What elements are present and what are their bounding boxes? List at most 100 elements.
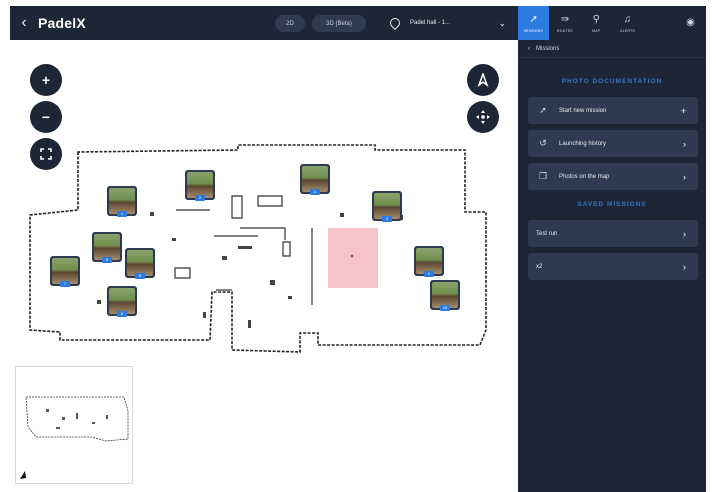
marker-badge: 9 xyxy=(424,271,434,277)
photo-thumbnail: 3 xyxy=(302,166,328,195)
map-inner-wall xyxy=(231,195,243,219)
chevron-left-icon: ‹ xyxy=(21,14,27,31)
rocket-icon: ➚ xyxy=(539,105,547,115)
saved-mission-item[interactable]: Test run › xyxy=(528,220,698,247)
missions-panel: ‹ Missions PHOTO DOCUMENTATION ➚ Start n… xyxy=(518,40,706,492)
photo-thumbnail: 8 xyxy=(109,288,135,317)
map-inner-wall xyxy=(174,267,191,279)
map-obstacle xyxy=(248,320,251,328)
photo-thumbnail: 5 xyxy=(94,234,120,263)
map-inner-wall xyxy=(240,227,286,240)
zone-center xyxy=(350,254,354,258)
chevron-right-icon: › xyxy=(683,171,686,182)
map-obstacle xyxy=(97,300,101,304)
compass-button[interactable] xyxy=(467,64,499,96)
tab-label: ROUTES xyxy=(557,28,573,33)
location-pin-icon xyxy=(387,15,403,31)
section-title-saved: SAVED MISSIONS xyxy=(577,201,647,208)
robot-name: Padel hall - 1... xyxy=(410,20,451,26)
saved-mission-item[interactable]: x2 › xyxy=(528,253,698,280)
photo-marker[interactable]: 3 xyxy=(300,164,330,195)
map-inner-wall xyxy=(257,195,283,207)
minimap-north-arrow xyxy=(20,471,26,479)
photo-thumbnail: 1 xyxy=(109,188,135,217)
chevron-left-icon: ‹ xyxy=(528,45,530,52)
saved-mission-label: Test run xyxy=(536,230,558,237)
view-2d-button[interactable]: 2D xyxy=(275,15,305,32)
main-nav: ➚ MISSIONS ⇛ ROUTES ⚲ MAP ♫ ALERTS ◉ xyxy=(518,6,706,40)
tab-map[interactable]: ⚲ MAP xyxy=(581,6,612,40)
map-obstacle xyxy=(270,280,275,285)
map-obstacle xyxy=(340,213,344,217)
view-3d-button[interactable]: 3D (Beta) xyxy=(312,15,366,32)
profile-button[interactable]: ◉ xyxy=(675,6,706,40)
zoom-in-button[interactable]: + xyxy=(30,64,62,96)
user-circle-icon: ◉ xyxy=(686,17,695,28)
history-icon: ↺ xyxy=(539,138,547,148)
route-icon: ⇛ xyxy=(560,13,570,25)
photos-icon: ❐ xyxy=(538,171,548,181)
photo-marker[interactable]: 2 xyxy=(185,170,215,201)
map-inner-wall xyxy=(282,241,291,257)
fit-view-button[interactable] xyxy=(30,138,62,170)
photo-thumbnail: 9 xyxy=(416,248,442,277)
chevron-right-icon: › xyxy=(683,261,686,272)
recenter-button[interactable] xyxy=(467,101,499,133)
photo-marker[interactable]: 4 xyxy=(372,191,402,222)
tab-label: MISSIONS xyxy=(524,28,543,33)
back-button[interactable]: ‹ xyxy=(10,6,38,40)
panel-header[interactable]: ‹ Missions xyxy=(518,40,706,58)
tab-label: MAP xyxy=(592,28,601,33)
marker-badge: 2 xyxy=(195,195,205,201)
tab-routes[interactable]: ⇛ ROUTES xyxy=(549,6,580,40)
marker-badge: 5 xyxy=(102,257,112,263)
map-obstacle xyxy=(172,238,176,241)
top-bar: ‹ PadelX 2D 3D (Beta) Padel hall - 1... … xyxy=(10,6,518,40)
start-new-mission-button[interactable]: ➚ Start new mission + xyxy=(528,97,698,124)
tab-label: ALERTS xyxy=(620,28,635,33)
map-obstacle xyxy=(203,312,206,318)
app: 1 2 3 4 5 6 7 8 9 10 + − ‹ PadelX 2D 3D … xyxy=(0,0,716,492)
tab-missions[interactable]: ➚ MISSIONS xyxy=(518,6,550,40)
map-obstacle xyxy=(238,246,252,249)
photo-thumbnail: 4 xyxy=(374,193,400,222)
compass-icon xyxy=(477,73,489,87)
robot-selector[interactable]: Padel hall - 1... ⌄ xyxy=(380,6,518,40)
panel-title: Missions xyxy=(536,45,560,52)
app-title: PadelX xyxy=(38,15,86,31)
chevron-down-icon: ⌄ xyxy=(498,17,506,28)
menu-label: Start new mission xyxy=(559,107,607,114)
marker-badge: 1 xyxy=(117,211,127,217)
photo-thumbnail: 2 xyxy=(187,172,213,201)
selected-zone xyxy=(328,228,378,288)
expand-icon xyxy=(40,148,52,160)
marker-badge: 7 xyxy=(60,281,70,287)
photo-marker[interactable]: 7 xyxy=(50,256,80,287)
marker-badge: 4 xyxy=(382,216,392,222)
marker-badge: 10 xyxy=(440,305,450,311)
photo-marker[interactable]: 6 xyxy=(125,248,155,279)
map-obstacle xyxy=(288,296,292,299)
map-obstacle xyxy=(222,256,227,260)
photo-marker[interactable]: 9 xyxy=(414,246,444,277)
menu-label: Launching history xyxy=(559,140,607,147)
zoom-out-button[interactable]: − xyxy=(30,101,62,133)
photos-on-map-button[interactable]: ❐ Photos on the map › xyxy=(528,163,698,190)
map-obstacle xyxy=(150,212,154,216)
saved-mission-label: x2 xyxy=(536,263,543,270)
photo-marker[interactable]: 1 xyxy=(107,186,137,217)
menu-label: Photos on the map xyxy=(559,173,610,180)
crosshair-icon xyxy=(476,110,490,124)
tab-alerts[interactable]: ♫ ALERTS xyxy=(612,6,643,40)
photo-thumbnail: 6 xyxy=(127,250,153,279)
section-title-photo: PHOTO DOCUMENTATION xyxy=(561,78,663,85)
launching-history-button[interactable]: ↺ Launching history › xyxy=(528,130,698,157)
photo-marker[interactable]: 10 xyxy=(430,280,460,311)
marker-badge: 8 xyxy=(117,311,127,317)
marker-badge: 3 xyxy=(310,189,320,195)
minimap[interactable] xyxy=(15,366,133,484)
plus-icon: + xyxy=(680,105,686,116)
photo-thumbnail: 7 xyxy=(52,258,78,287)
photo-marker[interactable]: 5 xyxy=(92,232,122,263)
photo-marker[interactable]: 8 xyxy=(107,286,137,317)
